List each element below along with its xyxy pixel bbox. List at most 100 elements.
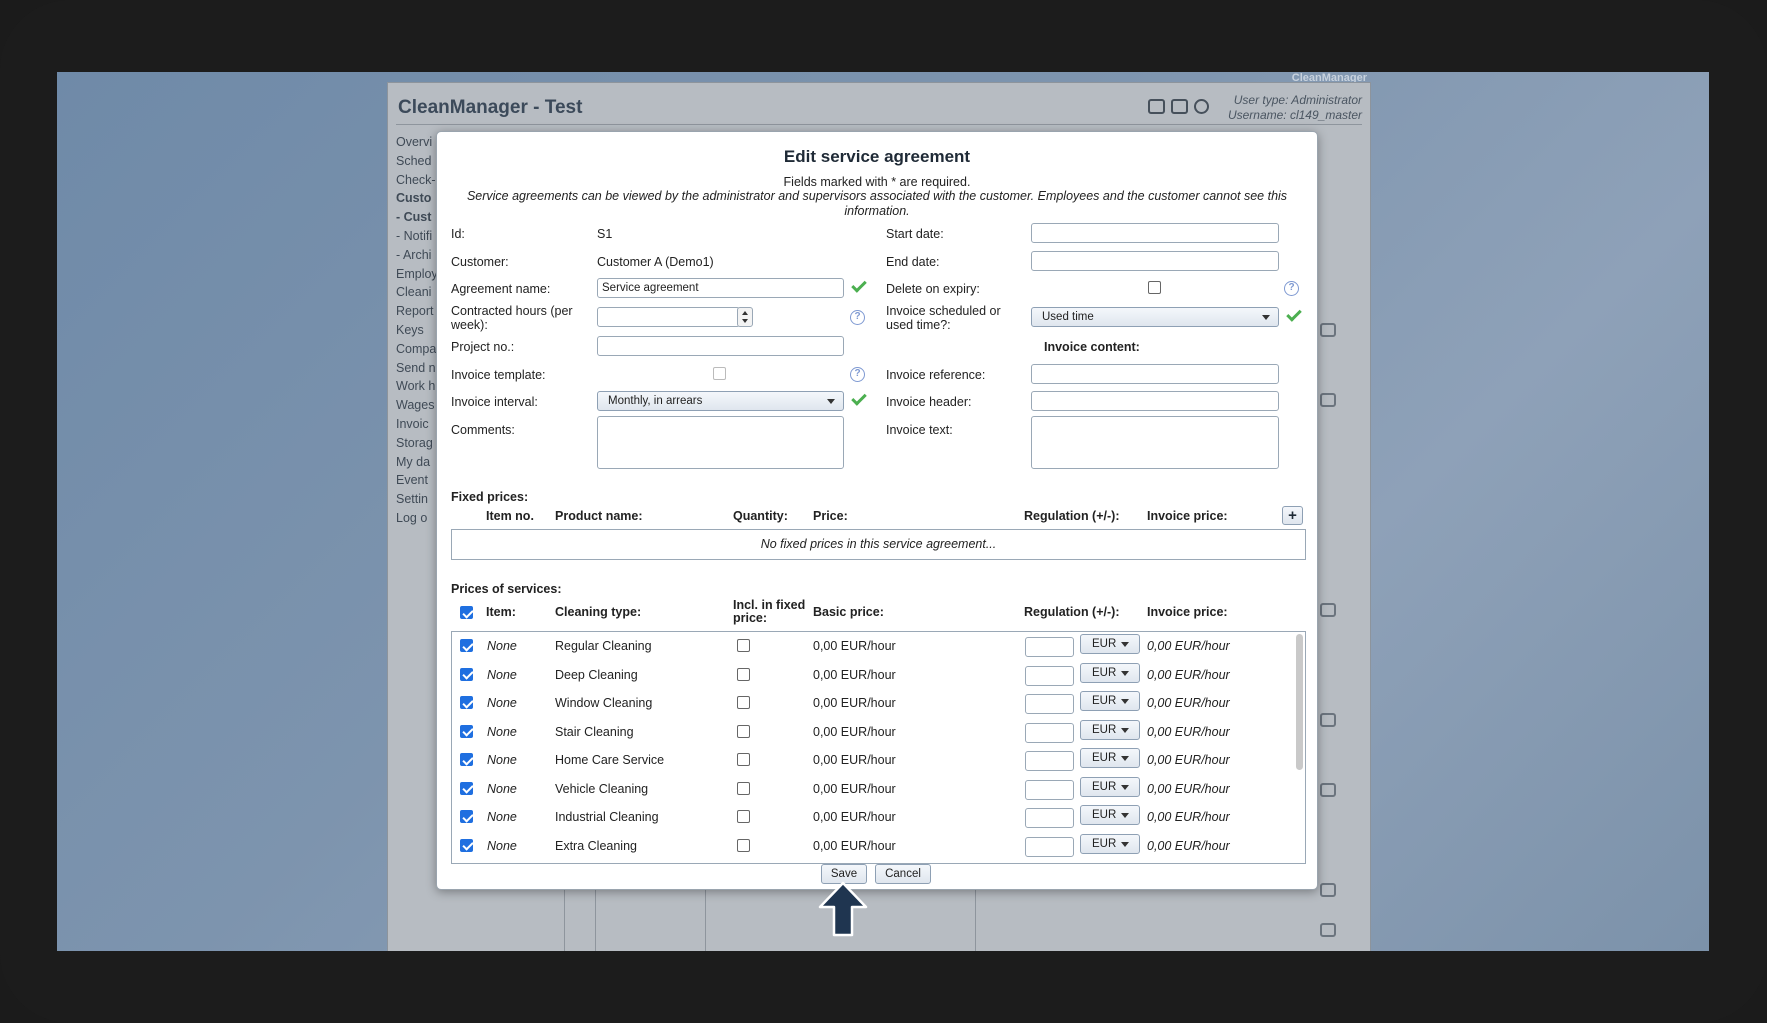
sidebar-item[interactable]: Event [396, 471, 436, 490]
currency-select[interactable]: EUR [1080, 805, 1140, 825]
project-no-input[interactable] [597, 336, 844, 356]
row-checkbox[interactable] [460, 667, 473, 681]
item-value: None [487, 838, 517, 853]
sidebar-item[interactable]: My da [396, 453, 436, 472]
sidebar-item[interactable]: - Notifi [396, 227, 436, 246]
select-all-checkbox[interactable] [460, 606, 473, 619]
sidebar-item[interactable]: Invoic [396, 415, 436, 434]
table-row: None Stair Cleaning 0,00 EUR/hour EUR 0,… [452, 718, 1292, 747]
row-checkbox[interactable] [460, 639, 473, 652]
regulation-input[interactable] [1025, 808, 1074, 828]
incl-fixed-checkbox[interactable] [737, 753, 750, 766]
sidebar-item[interactable]: Custo [396, 189, 436, 208]
row-checkbox[interactable] [460, 838, 473, 852]
row-checkbox[interactable] [460, 781, 473, 795]
regulation-input[interactable] [1025, 836, 1074, 857]
invoice-price: 0,00 EUR/hour [1147, 810, 1230, 824]
currency-select[interactable]: EUR [1080, 691, 1140, 711]
sidebar-item[interactable]: Compa [396, 340, 436, 359]
invoice-price: 0,00 EUR/hour [1147, 838, 1230, 853]
start-date-label: Start date: [886, 227, 944, 241]
sidebar-item[interactable]: Wages [396, 396, 436, 415]
sidebar-item[interactable]: Check- [396, 171, 436, 190]
valid-check-icon [1286, 306, 1302, 322]
incl-fixed-checkbox[interactable] [737, 696, 750, 709]
end-date-input[interactable] [1031, 251, 1279, 271]
sidebar-item[interactable]: - Cust [396, 208, 436, 227]
help-icon[interactable] [1194, 99, 1209, 114]
regulation-input[interactable] [1025, 722, 1074, 743]
sidebar-item[interactable]: Keys [396, 321, 436, 340]
fixed-prices-empty: No fixed prices in this service agreemen… [451, 529, 1306, 560]
regulation-input[interactable] [1025, 637, 1074, 657]
regulation-input[interactable] [1025, 751, 1074, 771]
sidebar-item[interactable]: Settin [396, 490, 436, 509]
sidebar-item[interactable]: - Archi [396, 246, 436, 265]
delete-on-expiry-checkbox[interactable] [1148, 281, 1161, 294]
comments-input[interactable] [597, 416, 844, 469]
cancel-button[interactable]: Cancel [875, 864, 931, 884]
print-icon[interactable] [1171, 99, 1188, 114]
sidebar-item[interactable]: Cleani [396, 283, 436, 302]
column-cleaning-type: Cleaning type: [555, 605, 642, 619]
sidebar-item[interactable]: Send n [396, 359, 436, 378]
add-fixed-price-button[interactable]: + [1282, 506, 1303, 525]
incl-fixed-checkbox[interactable] [737, 838, 750, 852]
chevron-down-icon [1262, 315, 1270, 320]
row-checkbox[interactable] [460, 696, 473, 709]
incl-fixed-checkbox[interactable] [737, 667, 750, 681]
help-icon[interactable]: ? [850, 310, 865, 325]
help-icon[interactable]: ? [1284, 281, 1299, 296]
invoice-reference-label: Invoice reference: [886, 368, 986, 382]
currency-value: EUR [1092, 723, 1117, 736]
contracted-hours-input[interactable] [597, 307, 740, 327]
table-row: None Deep Cleaning 0,00 EUR/hour EUR 0,0… [452, 661, 1292, 690]
valid-check-icon [851, 390, 867, 406]
background-action-icons [1312, 203, 1352, 951]
currency-select[interactable]: EUR [1080, 662, 1140, 683]
invoice-text-input[interactable] [1031, 416, 1279, 469]
sidebar-item[interactable]: Report [396, 302, 436, 321]
invoice-header-input[interactable] [1031, 391, 1279, 411]
currency-select[interactable]: EUR [1080, 634, 1140, 654]
incl-fixed-checkbox[interactable] [737, 810, 750, 823]
invoice-template-checkbox[interactable] [713, 367, 726, 380]
sidebar-item[interactable]: Sched [396, 152, 436, 171]
regulation-input[interactable] [1025, 779, 1074, 800]
sidebar-item[interactable]: Log o [396, 509, 436, 528]
column-basic-price: Basic price: [813, 605, 884, 619]
incl-fixed-checkbox[interactable] [737, 781, 750, 795]
id-value: S1 [597, 227, 613, 241]
invoice-scheduled-value: Used time [1042, 311, 1094, 323]
regulation-input[interactable] [1025, 665, 1074, 686]
sidebar-item[interactable]: Work h [396, 377, 436, 396]
row-checkbox[interactable] [460, 810, 473, 823]
agreement-name-label: Agreement name: [451, 282, 551, 296]
hours-stepper[interactable] [737, 307, 753, 327]
currency-value: EUR [1092, 837, 1117, 850]
incl-fixed-checkbox[interactable] [737, 724, 750, 738]
row-checkbox[interactable] [460, 724, 473, 738]
agreement-name-input[interactable] [597, 278, 844, 298]
regulation-input[interactable] [1025, 694, 1074, 714]
currency-select[interactable]: EUR [1080, 776, 1140, 797]
required-note: Fields marked with * are required. [783, 175, 971, 189]
sidebar-item[interactable]: Employ [396, 265, 436, 284]
currency-select[interactable]: EUR [1080, 748, 1140, 768]
currency-select[interactable]: EUR [1080, 833, 1140, 854]
invoice-interval-select[interactable]: Monthly, in arrears [597, 391, 844, 411]
currency-value: EUR [1092, 638, 1117, 650]
currency-select[interactable]: EUR [1080, 719, 1140, 740]
scrollbar[interactable] [1296, 634, 1303, 770]
incl-fixed-checkbox[interactable] [737, 639, 750, 652]
sidebar-item[interactable]: Storag [396, 434, 436, 453]
invoice-scheduled-select[interactable]: Used time [1031, 307, 1279, 327]
invoice-reference-input[interactable] [1031, 364, 1279, 384]
sidebar-item[interactable]: Overvi [396, 133, 436, 152]
row-checkbox[interactable] [460, 753, 473, 766]
table-icon[interactable] [1148, 99, 1165, 114]
chevron-down-icon [1121, 642, 1129, 647]
help-icon[interactable]: ? [850, 367, 865, 382]
divider [396, 124, 1362, 125]
start-date-input[interactable] [1031, 223, 1279, 243]
